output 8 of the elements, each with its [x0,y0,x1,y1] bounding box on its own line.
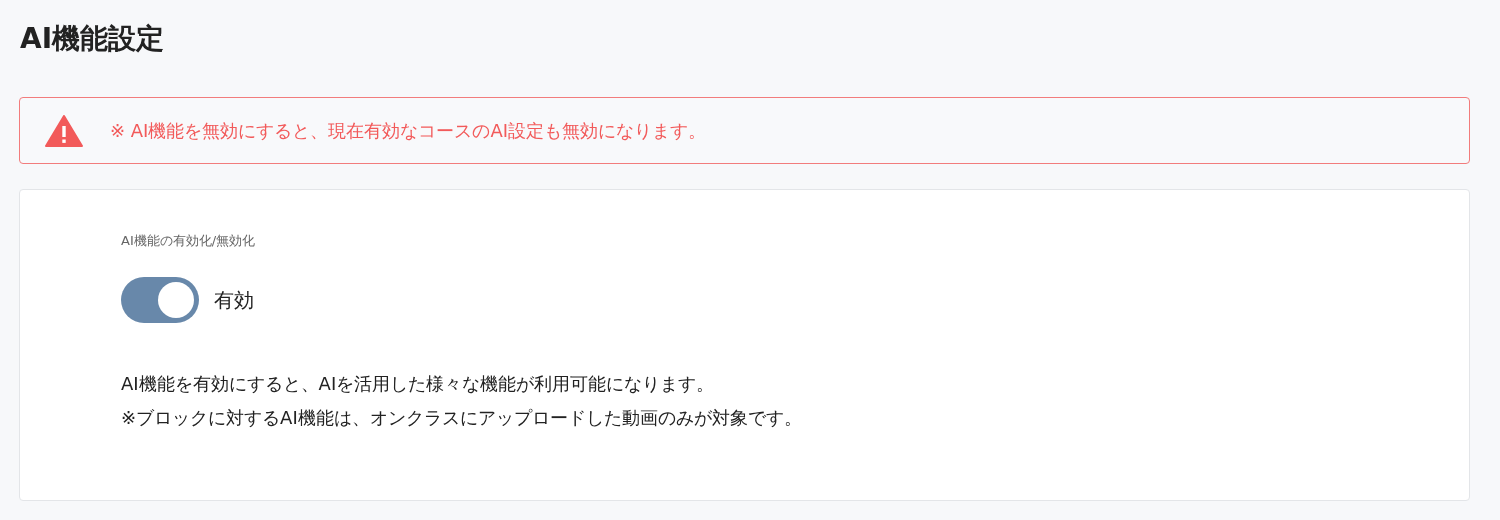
warning-icon [45,114,83,147]
setting-label: AI機能の有効化/無効化 [121,232,257,250]
toggle-label: 有効 [214,286,254,314]
description-text: AI機能を有効にすると、AIを活用した様々な機能が利用可能になります。 [121,372,716,396]
description-text: ※ブロックに対するAI機能は、オンクラスにアップロードした動画のみが対象です。 [121,406,803,430]
toggle-switch[interactable] [121,277,199,323]
warning-text: ※ AI機能を無効にすると、現在有効なコースのAI設定も無効になります。 [110,118,707,143]
page-title: AI機能設定 [20,21,166,57]
